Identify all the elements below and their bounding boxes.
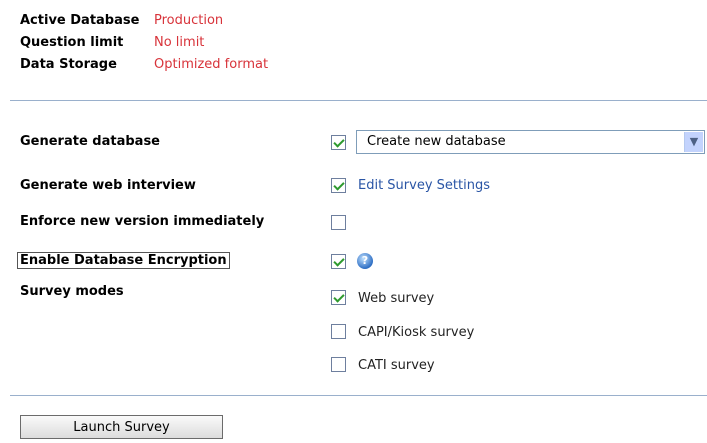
info-row-active-database: Active Database Production: [20, 10, 268, 32]
info-label: Data Storage: [20, 57, 117, 72]
separator: [10, 100, 707, 101]
info-row-data-storage: Data Storage Optimized format: [20, 54, 268, 76]
info-label: Active Database: [20, 13, 140, 28]
enforce-new-version-label: Enforce new version immediately: [20, 214, 265, 229]
separator: [10, 395, 707, 396]
info-panel: Active Database Production Question limit…: [20, 10, 268, 76]
database-mode-select[interactable]: Create new database ▼: [356, 130, 705, 154]
generate-web-interview-row: Generate web interview: [20, 175, 196, 197]
info-value: No limit: [154, 35, 205, 50]
enforce-new-version-row: Enforce new version immediately: [20, 211, 264, 233]
survey-modes-row: Survey modes: [20, 281, 124, 303]
web-survey-label: Web survey: [358, 291, 435, 306]
info-label: Question limit: [20, 35, 124, 50]
enable-encryption-row: Enable Database Encryption: [17, 250, 230, 272]
web-survey-checkbox[interactable]: [331, 290, 346, 305]
info-value: Production: [154, 13, 224, 28]
enable-encryption-checkbox[interactable]: [331, 254, 346, 269]
generate-web-interview-label: Generate web interview: [20, 178, 196, 193]
generate-database-label: Generate database: [20, 134, 160, 149]
edit-survey-settings-link[interactable]: Edit Survey Settings: [358, 175, 490, 197]
generate-database-checkbox[interactable]: [331, 135, 346, 150]
launch-survey-button[interactable]: Launch Survey: [20, 415, 223, 439]
help-icon[interactable]: ?: [357, 253, 373, 269]
cati-survey-checkbox[interactable]: [331, 357, 346, 372]
enforce-new-version-checkbox[interactable]: [331, 215, 346, 230]
cati-survey-label: CATI survey: [358, 358, 435, 373]
chevron-down-icon[interactable]: ▼: [684, 132, 703, 152]
survey-modes-label: Survey modes: [20, 284, 124, 299]
info-row-question-limit: Question limit No limit: [20, 32, 268, 54]
database-mode-value: Create new database: [367, 134, 506, 149]
capi-kiosk-survey-label: CAPI/Kiosk survey: [358, 325, 475, 340]
capi-kiosk-survey-checkbox[interactable]: [331, 324, 346, 339]
info-value: Optimized format: [154, 57, 269, 72]
generate-web-interview-checkbox[interactable]: [331, 178, 346, 193]
generate-database-row: Generate database: [20, 131, 160, 153]
enable-encryption-label: Enable Database Encryption: [17, 252, 230, 269]
